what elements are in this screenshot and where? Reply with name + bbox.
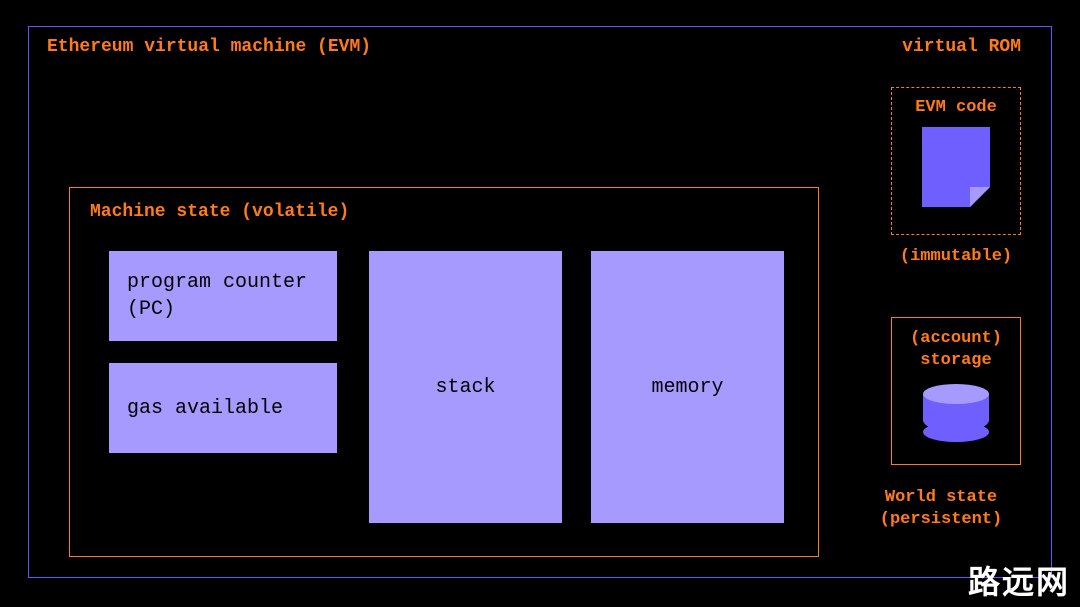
- storage-label-line2: storage: [920, 351, 991, 370]
- program-counter-label: program counter (PC): [127, 269, 319, 323]
- document-fold: [970, 187, 990, 207]
- stack-label: stack: [435, 374, 495, 401]
- evm-code-label: EVM code: [915, 98, 997, 117]
- world-state-line1: World state: [885, 488, 997, 507]
- gas-available-box: gas available: [108, 362, 338, 454]
- database-icon: [923, 384, 989, 442]
- storage-box: (account) storage: [891, 317, 1021, 465]
- memory-label: memory: [651, 374, 723, 401]
- world-state-line2: (persistent): [880, 510, 1002, 529]
- immutable-label: (immutable): [891, 247, 1021, 266]
- evm-code-box: EVM code: [891, 87, 1021, 235]
- world-state-label: World state (persistent): [861, 487, 1021, 531]
- stack-box: stack: [368, 250, 563, 524]
- machine-state-box: Machine state (volatile) program counter…: [69, 187, 819, 557]
- storage-label: (account) storage: [910, 328, 1002, 372]
- program-counter-box: program counter (PC): [108, 250, 338, 342]
- evm-title: Ethereum virtual machine (EVM): [47, 37, 371, 57]
- memory-box: memory: [590, 250, 785, 524]
- gas-available-label: gas available: [127, 395, 283, 422]
- storage-label-line1: (account): [910, 329, 1002, 348]
- machine-state-title: Machine state (volatile): [90, 202, 349, 222]
- document-icon: [922, 127, 990, 207]
- virtual-rom-title: virtual ROM: [902, 37, 1021, 57]
- watermark: 路远网: [968, 557, 1070, 603]
- evm-container: Ethereum virtual machine (EVM) virtual R…: [28, 26, 1052, 578]
